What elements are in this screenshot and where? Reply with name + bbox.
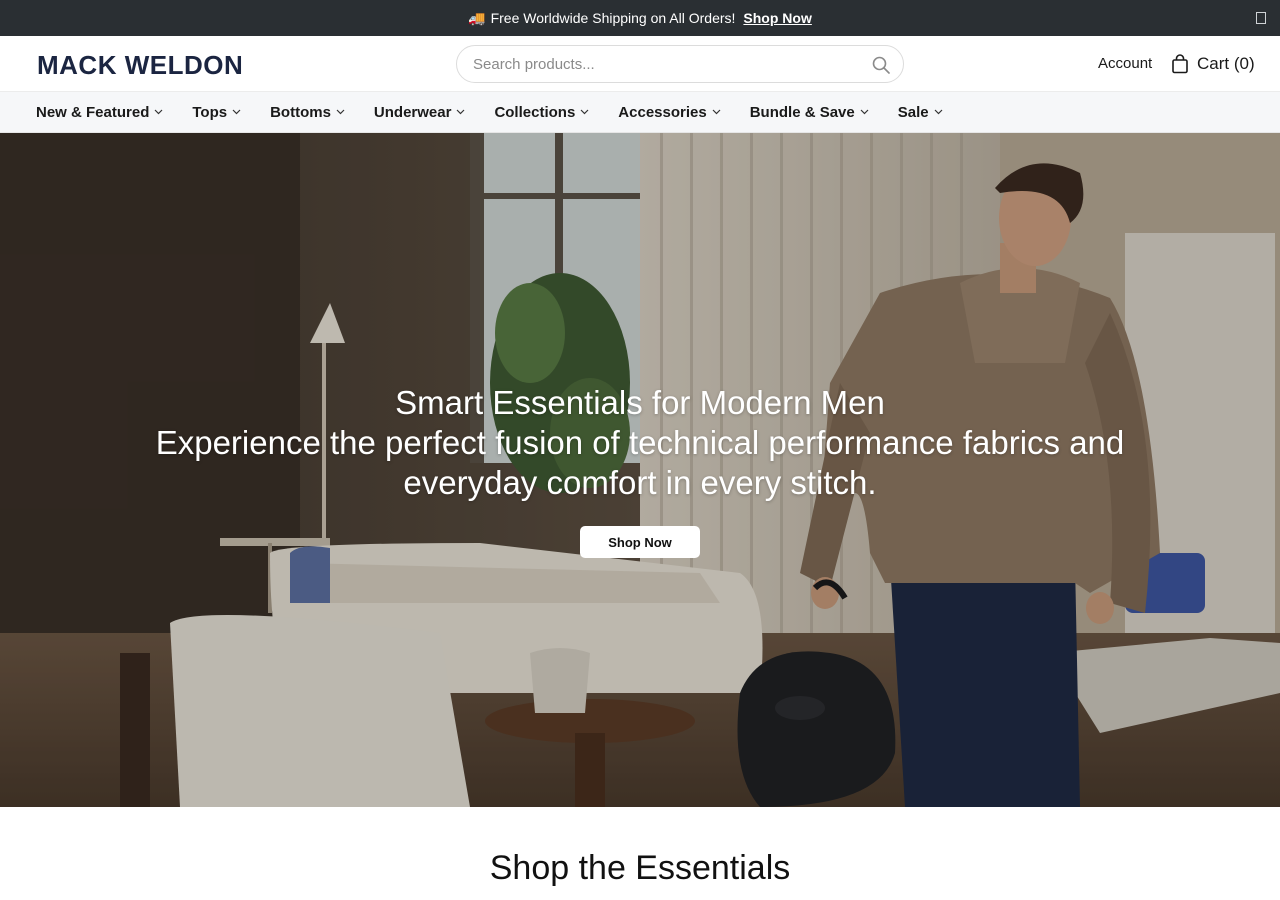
chevron-down-icon [154, 109, 163, 115]
nav-item-label: Sale [897, 103, 929, 121]
nav-item-underwear[interactable]: Underwear [374, 104, 466, 121]
nav-item-bottoms[interactable]: Bottoms [270, 104, 345, 121]
announcement-bar: 🚚 Free Worldwide Shipping on All Orders!… [0, 0, 1280, 36]
chevron-down-icon [580, 109, 589, 115]
nav-item-bundle-save[interactable]: Bundle & Save [750, 104, 869, 121]
hero-shop-now-button[interactable]: Shop Now [580, 526, 700, 558]
site-header: MACK WELDON Account Cart (0) [0, 36, 1280, 92]
chevron-down-icon [232, 109, 241, 115]
chevron-down-icon [860, 109, 869, 115]
chevron-down-icon [712, 109, 721, 115]
close-icon[interactable] [1256, 12, 1266, 24]
chevron-down-icon [457, 109, 465, 115]
chevron-down-icon [934, 109, 943, 115]
shopping-bag-icon [1172, 54, 1188, 74]
nav-item-new-featured[interactable]: New & Featured [36, 104, 163, 121]
nav-item-label: Underwear [373, 103, 452, 121]
cart-button[interactable]: Cart (0) [1171, 53, 1255, 75]
hero-title: Smart Essentials for Modern Men [395, 384, 885, 421]
chevron-down-icon [336, 109, 345, 115]
announcement-text: Free Worldwide Shipping on All Orders! [490, 10, 736, 26]
account-link[interactable]: Account [1098, 55, 1152, 72]
truck-icon: 🚚 [468, 9, 486, 26]
nav-item-accessories[interactable]: Accessories [618, 103, 721, 121]
hero-banner: Smart Essentials for Modern Men Experien… [0, 133, 1280, 807]
announcement-shop-now-link[interactable]: Shop Now [743, 10, 811, 26]
hero-subtitle: Experience the perfect fusion of technic… [155, 424, 1125, 501]
section-title: Shop the Essentials [489, 849, 791, 887]
nav-item-sale[interactable]: Sale [898, 104, 943, 121]
nav-item-label: Accessories [618, 103, 707, 121]
nav-item-label: New & Featured [36, 103, 150, 121]
nav-item-label: Bottoms [270, 103, 331, 121]
nav-item-collections[interactable]: Collections [494, 104, 589, 121]
nav-item-tops[interactable]: Tops [192, 104, 241, 121]
main-nav: New & Featured Tops Bottoms Underwear Co… [0, 92, 1280, 133]
nav-item-label: Collections [494, 103, 576, 121]
cart-label: Cart (0) [1197, 54, 1255, 73]
nav-item-label: Tops [192, 103, 228, 121]
logo[interactable]: MACK WELDON [37, 52, 243, 78]
search-bar [456, 45, 904, 83]
search-icon[interactable] [871, 55, 891, 75]
nav-item-label: Bundle & Save [749, 103, 855, 121]
search-input[interactable] [473, 46, 863, 82]
